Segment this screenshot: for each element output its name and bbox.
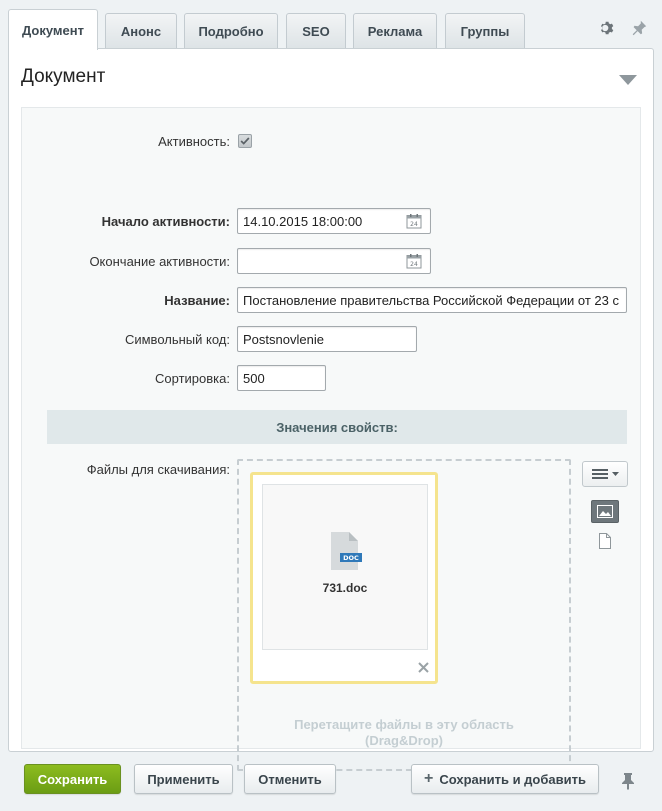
name-input[interactable] [237,287,627,313]
close-icon[interactable] [418,662,429,673]
files-menu-button[interactable] [582,461,628,487]
file-icon[interactable] [598,533,612,549]
row-name: Название: [22,287,640,313]
svg-text:24: 24 [410,221,418,228]
row-active-to: Окончание активности: 24 [22,248,640,274]
pin-icon[interactable] [630,19,648,37]
active-to-label: Окончание активности: [89,253,230,269]
file-card[interactable]: DOC 731.doc [250,472,438,684]
checkmark-icon [240,137,250,145]
active-checkbox[interactable] [238,134,252,148]
calendar-icon[interactable]: 24 [406,213,422,229]
gear-icon[interactable] [598,19,616,37]
calendar-icon[interactable]: 24 [406,253,422,269]
name-label: Название: [164,292,230,308]
row-active: Активность: [22,128,640,154]
tab-tools [598,19,648,37]
plus-icon: + [424,770,434,787]
svg-text:DOC: DOC [343,554,359,562]
save-and-add-button[interactable]: + Сохранить и добавить [411,764,599,794]
file-name: 731.doc [322,581,368,595]
hamburger-icon [591,469,608,479]
sort-label: Сортировка: [155,370,230,386]
active-label: Активность: [158,133,230,149]
tab-groups[interactable]: Группы [445,13,525,49]
cancel-button[interactable]: Отменить [244,764,336,794]
active-from-input[interactable] [237,208,431,234]
chevron-down-icon[interactable] [619,75,637,85]
row-active-from: Начало активности: 24 [22,208,640,234]
panel-title: Документ [21,66,106,87]
save-button[interactable]: Сохранить [24,764,121,794]
active-to-input[interactable] [237,248,431,274]
panel-header: Документ [9,49,653,107]
caret-down-icon [611,472,619,476]
tab-bar: Документ Анонс Подробно SEO Реклама Груп… [8,9,654,50]
active-from-label: Начало активности: [101,213,230,229]
row-code: Символьный код: [22,326,640,352]
file-preview: DOC 731.doc [262,484,428,650]
tile-view-button[interactable] [591,500,619,523]
apply-button[interactable]: Применить [134,764,233,794]
sort-input[interactable] [237,365,326,391]
save-and-add-label: Сохранить и добавить [439,771,586,787]
drop-hint-line1: Перетащите файлы в эту область [294,717,514,732]
tab-advertising[interactable]: Реклама [353,13,437,49]
tab-announce[interactable]: Анонс [105,13,177,49]
code-label: Символьный код: [124,331,230,347]
form-body: Активность: Начало активности: 24 Оконча… [21,107,641,771]
document-panel: Документ Активность: Начало активности: [8,48,654,771]
svg-text:24: 24 [410,261,418,268]
pin-icon[interactable] [620,772,636,790]
files-label: Файлы для скачивания: [86,462,230,477]
tab-document[interactable]: Документ [8,9,98,50]
drop-hint-line2: (Drag&Drop) [365,733,443,748]
tab-details[interactable]: Подробно [184,13,278,49]
row-sort: Сортировка: [22,365,640,391]
footer-toolbar: Сохранить Применить Отменить + Сохранить… [8,752,654,808]
tab-seo[interactable]: SEO [286,13,346,49]
code-input[interactable] [237,326,417,352]
image-icon [597,505,613,518]
doc-file-icon: DOC [331,532,362,570]
properties-header: Значения свойств: [47,410,627,444]
drop-hint: Перетащите файлы в эту область (Drag&Dro… [237,717,571,749]
